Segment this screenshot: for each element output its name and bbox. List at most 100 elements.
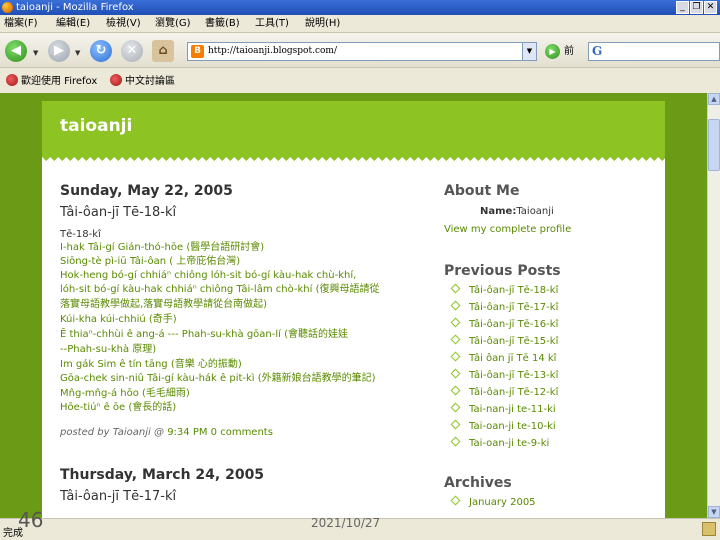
home-icon: ⌂: [158, 43, 168, 58]
post-link[interactable]: Siōng-tè pì-iū Tâi-ôan ( 上帝庇佑台灣): [60, 256, 240, 268]
search-box[interactable]: G: [588, 42, 720, 61]
bullet-icon: [450, 495, 461, 506]
blog-header: taioanji: [42, 101, 665, 159]
menu-edit[interactable]: 編輯(E): [56, 15, 90, 33]
forward-arrow-icon: ▶: [54, 43, 64, 58]
menu-go[interactable]: 瀏覽(G): [155, 15, 191, 33]
post-link[interactable]: Gōa-chek sin-niû Tâi-gí kàu-hák ê pit-kì…: [60, 373, 376, 385]
previous-post-item[interactable]: Tâi-ôan-jī Tē-18-kî: [450, 283, 559, 296]
post-link[interactable]: Hōe-tiúⁿ ê ōe (會長的話): [60, 402, 176, 414]
firefox-icon: [2, 2, 13, 13]
bullet-icon: [450, 436, 461, 447]
bullet-icon: [450, 334, 461, 345]
archive-item[interactable]: January 2005: [450, 495, 536, 508]
previous-post-label: Tâi ôan jī Tē 14 kî: [469, 353, 557, 364]
address-bar-url: http://taioanji.blogspot.com/: [208, 46, 337, 56]
close-button[interactable]: ✕: [704, 1, 717, 14]
menu-help[interactable]: 說明(H): [305, 15, 340, 33]
post-line: Tē-18-kî: [60, 229, 101, 240]
bookmark-icon: [110, 74, 122, 86]
blog-name[interactable]: taioanji: [60, 116, 132, 136]
previous-post-item[interactable]: Tâi-ôan-jī Tē-16-kî: [450, 317, 559, 330]
name-label: Name:: [480, 206, 517, 217]
post-link[interactable]: Kúi-kha kúi-chhiú (奇手): [60, 314, 177, 326]
stop-button[interactable]: ✕: [121, 40, 143, 62]
post-title[interactable]: Tâi-ôan-jī Tē-17-kî: [60, 489, 176, 504]
google-search-icon: G: [592, 44, 603, 58]
post-link[interactable]: Hok-heng bó-gí chhiáⁿ chiông lóh-sit bó-…: [60, 270, 356, 282]
previous-post-label: Tai-oan-ji te-10-ki: [469, 421, 556, 432]
post-link[interactable]: --Phah-su-khà 原理): [60, 344, 156, 356]
previous-post-item[interactable]: Tai-oan-ji te-9-ki: [450, 436, 550, 449]
restore-button[interactable]: ❐: [690, 1, 703, 14]
previous-post-label: Tâi-ôan-jī Tē-13-kî: [469, 370, 559, 381]
previous-post-item[interactable]: Tâi-ôan-jī Tē-15-kî: [450, 334, 558, 347]
bullet-icon: [450, 368, 461, 379]
menu-tools[interactable]: 工具(T): [255, 15, 289, 33]
bullet-icon: [450, 300, 461, 311]
menu-bar: 檔案(F) 編輯(E) 檢視(V) 瀏覽(G) 書籤(B) 工具(T) 說明(H…: [0, 15, 720, 33]
bookmark-label: 中文討論區: [125, 76, 175, 87]
previous-post-label: Tâi-ôan-jī Tē-16-kî: [469, 319, 559, 330]
comments-link[interactable]: 0 comments: [211, 427, 273, 438]
blogger-favicon: B: [191, 45, 204, 58]
archive-label: January 2005: [469, 497, 536, 508]
stop-icon: ✕: [126, 43, 138, 58]
post-link[interactable]: I-hak Tâi-gí Gián-thó-hōe (醫學台語研討會): [60, 242, 264, 254]
forward-history-dropdown[interactable]: ▼: [75, 49, 80, 57]
previous-post-item[interactable]: Tâi-ôan-jī Tē-17-kî: [450, 300, 558, 313]
bullet-icon: [450, 402, 461, 413]
menu-file[interactable]: 檔案(F): [4, 15, 38, 33]
post-link[interactable]: 落實母語教學做起,落實母語教學請從台南做起): [60, 299, 267, 311]
post-time-link[interactable]: 9:34 PM: [167, 427, 207, 438]
previous-post-item[interactable]: Tai-oan-ji te-10-ki: [450, 419, 556, 432]
go-button[interactable]: ▶: [545, 44, 560, 59]
minimize-button[interactable]: _: [676, 1, 689, 14]
bookmark-forum[interactable]: 中文討論區: [110, 74, 175, 89]
previous-post-label: Tâi-ôan-jī Tē-18-kî: [469, 285, 559, 296]
status-bar: 完成 46 2021/10/27: [0, 508, 720, 540]
title-bar: taioanji - Mozilla Firefox _ ❐ ✕: [0, 0, 720, 15]
post-link[interactable]: Mn̂g-mn̂g-á hōo (毛毛細雨): [60, 388, 190, 400]
post-date: Sunday, May 22, 2005: [60, 183, 233, 199]
previous-post-item[interactable]: Tâi ôan jī Tē 14 kî: [450, 351, 557, 364]
address-bar[interactable]: B http://taioanji.blogspot.com/ ▼: [187, 42, 537, 61]
status-tray-icon[interactable]: [702, 522, 716, 536]
back-history-dropdown[interactable]: ▼: [33, 49, 38, 57]
bookmark-welcome[interactable]: 歡迎使用 Firefox: [6, 74, 97, 89]
go-label[interactable]: 前: [564, 44, 574, 59]
post-link[interactable]: lóh-sit bó-gí kàu-hak chhiáⁿ chiông Tâi-…: [60, 284, 379, 296]
home-button[interactable]: ⌂: [152, 40, 174, 62]
reload-button[interactable]: ↻: [90, 40, 112, 62]
bullet-icon: [450, 283, 461, 294]
forward-button[interactable]: ▶: [48, 40, 70, 62]
back-arrow-icon: ◀: [11, 43, 21, 58]
post-footer: posted by Taioanji @ 9:34 PM 0 comments: [60, 427, 273, 438]
blog-body: Sunday, May 22, 2005 Tâi-ôan-jī Tē-18-kî…: [42, 164, 665, 518]
menu-bookmarks[interactable]: 書籤(B): [205, 15, 240, 33]
page-viewport[interactable]: taioanji Sunday, May 22, 2005 Tâi-ôan-jī…: [0, 93, 707, 518]
bookmark-icon: [6, 74, 18, 86]
scroll-up-button[interactable]: ▲: [708, 93, 720, 105]
scroll-thumb[interactable]: [708, 119, 720, 171]
vertical-scrollbar[interactable]: ▲ ▼: [707, 93, 720, 518]
post-date: Thursday, March 24, 2005: [60, 467, 265, 483]
profile-link[interactable]: View my complete profile: [444, 224, 571, 235]
reload-icon: ↻: [95, 43, 107, 58]
previous-post-item[interactable]: Tâi-ôan-jī Tē-13-kî: [450, 368, 559, 381]
bookmarks-toolbar: 歡迎使用 Firefox 中文討論區: [0, 69, 720, 93]
previous-post-item[interactable]: Tai-nan-ji te-11-ki: [450, 402, 556, 415]
previous-post-item[interactable]: Tâi-ôan-jī Tē-12-kî: [450, 385, 558, 398]
previous-post-label: Tai-nan-ji te-11-ki: [469, 404, 556, 415]
slide-number: 46: [18, 508, 44, 532]
back-button[interactable]: ◀: [5, 40, 27, 62]
menu-view[interactable]: 檢視(V): [106, 15, 141, 33]
previous-post-label: Tai-oan-ji te-9-ki: [469, 438, 550, 449]
bullet-icon: [450, 351, 461, 362]
slide-date: 2021/10/27: [311, 516, 381, 530]
scroll-down-button[interactable]: ▼: [708, 506, 720, 518]
address-dropdown[interactable]: ▼: [522, 43, 536, 60]
post-link[interactable]: Ē thiaⁿ-chhùi ê ang-á --- Phah-su-khà gō…: [60, 329, 348, 341]
post-link[interactable]: Im gák Sim ê tín tāng (音樂 心的振動): [60, 359, 242, 371]
post-title[interactable]: Tâi-ôan-jī Tē-18-kî: [60, 205, 176, 220]
